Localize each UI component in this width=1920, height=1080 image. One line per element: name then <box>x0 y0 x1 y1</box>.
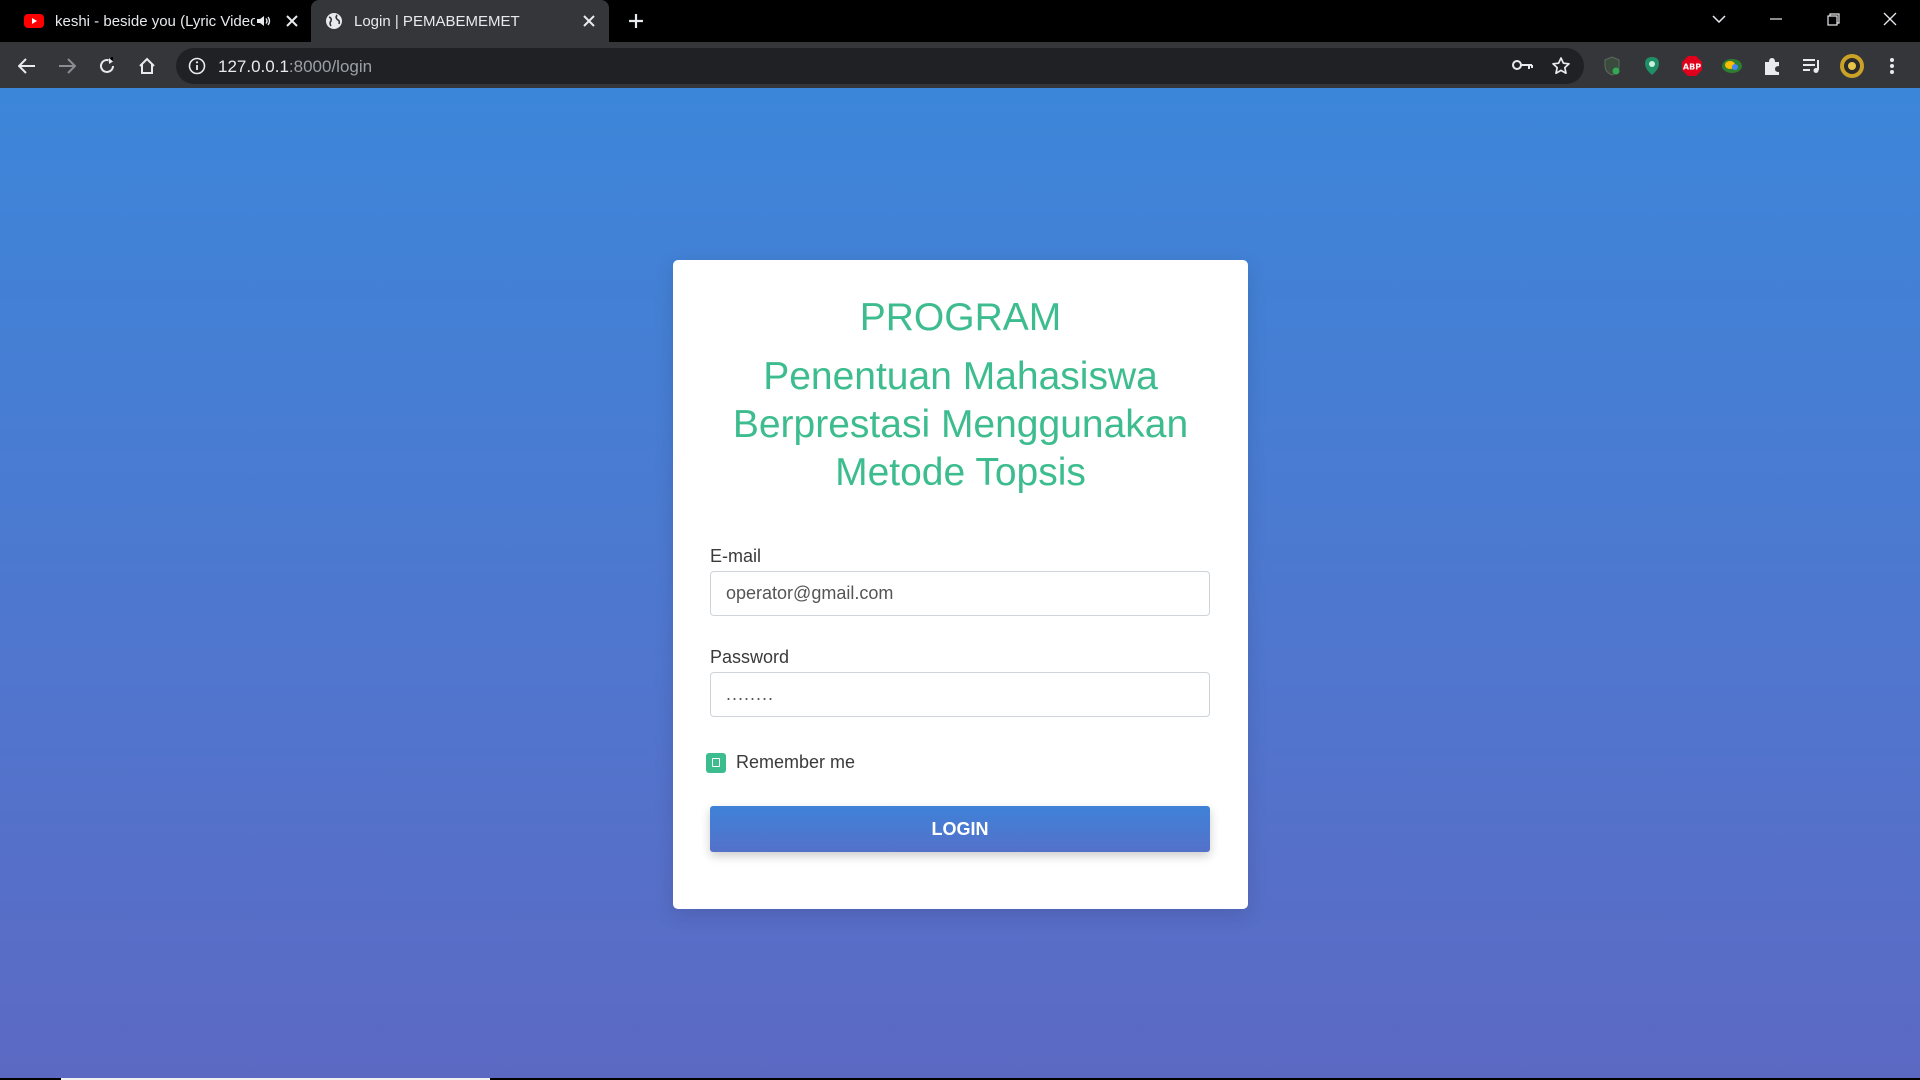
close-tab-icon[interactable] <box>282 11 302 31</box>
puzzle-icon[interactable] <box>1755 49 1789 83</box>
location-extension-icon[interactable] <box>1635 49 1669 83</box>
minimize-button[interactable] <box>1748 0 1804 38</box>
password-field[interactable] <box>710 672 1210 717</box>
adblock-label: ABP <box>1683 63 1701 72</box>
url-host: 127.0.0.1 <box>218 57 289 76</box>
page-subtitle: Penentuan Mahasiswa Berprestasi Mengguna… <box>732 355 1189 494</box>
tab-strip: keshi - beside you (Lyric Video) Login |… <box>0 0 1920 42</box>
tab-login[interactable]: Login | PEMABEMEMET <box>311 0 609 42</box>
browser-menu-icon[interactable] <box>1875 49 1909 83</box>
reload-button[interactable] <box>90 49 124 83</box>
bookmark-star-icon[interactable] <box>1551 56 1571 76</box>
site-info-icon[interactable] <box>188 57 206 75</box>
youtube-icon <box>24 13 44 29</box>
login-card: PROGRAM Penentuan Mahasiswa Berprestasi … <box>673 260 1248 909</box>
key-icon[interactable] <box>1512 58 1534 74</box>
tab-title: keshi - beside you (Lyric Video) <box>55 12 255 30</box>
url-path: :8000/login <box>288 57 373 76</box>
shield-extension-icon[interactable] <box>1595 49 1629 83</box>
media-queue-icon[interactable] <box>1795 49 1829 83</box>
tab-youtube[interactable]: keshi - beside you (Lyric Video) <box>12 0 308 42</box>
color-extension-icon[interactable] <box>1715 49 1749 83</box>
new-tab-button[interactable] <box>619 4 653 38</box>
forward-button[interactable] <box>50 49 84 83</box>
url-text: 127.0.0.1:8000/login <box>218 57 372 77</box>
checkbox-mark-icon <box>712 758 720 767</box>
login-button[interactable]: LOGIN <box>710 806 1210 852</box>
adblock-icon[interactable]: ABP <box>1675 49 1709 83</box>
page-title: PROGRAM <box>859 296 1062 339</box>
remember-label: Remember me <box>736 752 856 772</box>
restore-button[interactable] <box>1805 0 1861 38</box>
address-bar[interactable]: 127.0.0.1:8000/login <box>176 48 1584 84</box>
home-button[interactable] <box>130 49 164 83</box>
speaker-icon[interactable] <box>255 13 273 29</box>
browser-toolbar: 127.0.0.1:8000/login ABP <box>0 42 1920 88</box>
remember-checkbox[interactable] <box>706 752 726 773</box>
email-label: E-mail <box>710 546 762 566</box>
close-window-button[interactable] <box>1862 0 1918 38</box>
tab-title: Login | PEMABEMEMET <box>354 12 520 30</box>
globe-icon <box>325 12 343 30</box>
remember-me[interactable]: Remember me <box>706 752 855 773</box>
password-label: Password <box>710 647 790 667</box>
page-background: PROGRAM Penentuan Mahasiswa Berprestasi … <box>0 88 1920 1078</box>
close-tab-icon[interactable] <box>579 11 599 31</box>
back-button[interactable] <box>10 49 44 83</box>
email-field[interactable] <box>710 571 1210 616</box>
profile-avatar-icon[interactable] <box>1835 49 1869 83</box>
tab-search-icon[interactable] <box>1691 0 1747 38</box>
